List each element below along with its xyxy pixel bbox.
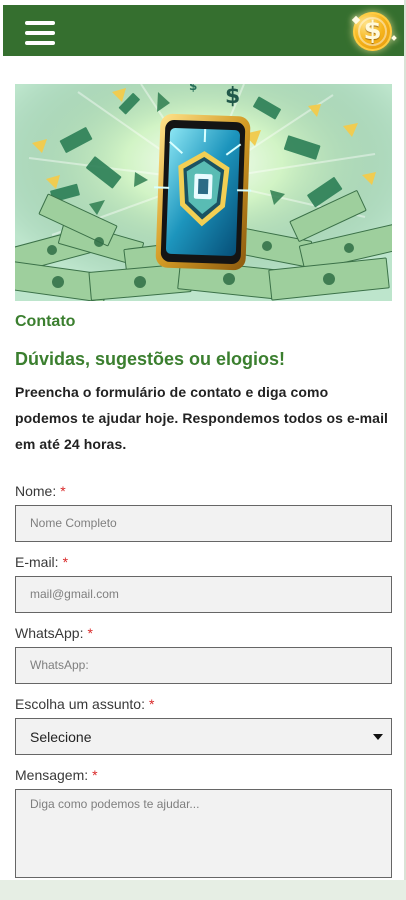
- page: $ $ $ Contato Dúvidas, sugestões ou elog…: [0, 0, 406, 900]
- whatsapp-field-group: WhatsApp: *: [15, 624, 392, 684]
- top-navigation-bar: $: [3, 5, 404, 56]
- menu-line-bottom: [25, 41, 55, 45]
- email-label-row: E-mail: *: [15, 553, 392, 571]
- whatsapp-label-row: WhatsApp: *: [15, 624, 392, 642]
- email-input[interactable]: [15, 576, 392, 613]
- svg-text:$: $: [189, 84, 197, 93]
- whatsapp-label: WhatsApp:: [15, 625, 84, 641]
- email-field-group: E-mail: *: [15, 553, 392, 613]
- contact-content: Contato Dúvidas, sugestões ou elogios! P…: [15, 311, 392, 880]
- page-subtitle: Dúvidas, sugestões ou elogios!: [15, 349, 286, 369]
- contact-card: $ $ $ Contato Dúvidas, sugestões ou elog…: [0, 0, 406, 880]
- name-input[interactable]: [15, 505, 392, 542]
- message-textarea[interactable]: [15, 789, 392, 878]
- coin-sparkle-icon: [391, 35, 397, 41]
- required-mark: *: [87, 625, 93, 641]
- contact-form: Nome:* E-mail:* WhatsApp:*: [15, 482, 392, 880]
- menu-line-middle: [25, 31, 55, 35]
- menu-line-top: [25, 21, 55, 25]
- hero-image: $ $: [15, 84, 392, 301]
- subject-select[interactable]: Selecione: [15, 718, 392, 755]
- required-mark: *: [60, 483, 66, 499]
- subject-selected-value: Selecione: [30, 729, 92, 745]
- intro-text: Preencha o formulário de contato e diga …: [15, 384, 389, 452]
- svg-text:$: $: [225, 84, 240, 109]
- required-mark: *: [62, 554, 69, 570]
- required-mark: *: [92, 767, 98, 783]
- name-label: Nome:: [15, 483, 57, 499]
- phone-money-illustration: $ $: [15, 84, 392, 301]
- hamburger-menu-icon[interactable]: [25, 21, 55, 45]
- required-mark: *: [148, 696, 155, 712]
- subject-field-group: Escolha um assunto: * Selecione: [15, 695, 392, 755]
- message-label-row: Mensagem: *: [15, 766, 392, 784]
- message-field-group: Mensagem: *: [15, 766, 392, 880]
- caret-down-icon: [373, 734, 383, 740]
- message-label: Mensagem:: [15, 767, 89, 783]
- whatsapp-input[interactable]: [15, 647, 392, 684]
- subject-label-row: Escolha um assunto: *: [15, 695, 392, 713]
- email-label: E-mail:: [15, 554, 59, 570]
- subject-label: Escolha um assunto:: [15, 696, 145, 712]
- page-title: Contato: [15, 313, 76, 330]
- name-label-row: Nome: *: [15, 482, 392, 500]
- name-field-group: Nome: *: [15, 482, 392, 542]
